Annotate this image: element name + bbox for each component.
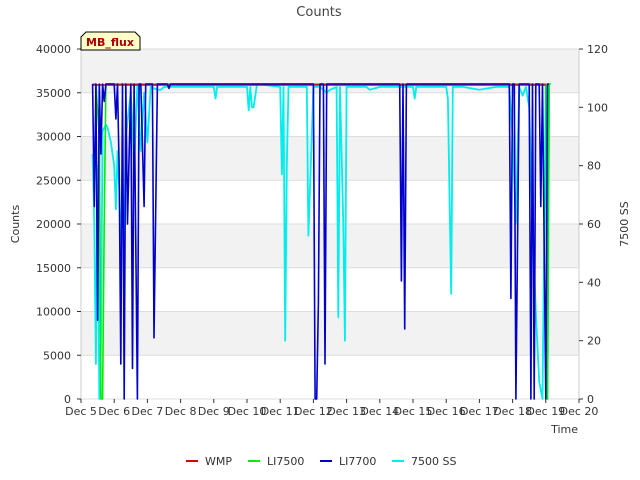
counts-chart: 0500010000150002000025000300003500040000… — [9, 5, 631, 468]
legend-label: LI7700 — [339, 455, 376, 468]
y-tick-label: 10000 — [36, 306, 71, 319]
left-y-axis: 0500010000150002000025000300003500040000 — [36, 43, 81, 406]
y-tick-label: 25000 — [36, 174, 71, 187]
plot-band — [81, 267, 579, 312]
x-tick-label: Dec 9 — [198, 405, 230, 418]
plot-band — [81, 355, 579, 399]
right-y-axis: 020406080100120 — [579, 43, 608, 406]
y-tick-label: 30000 — [36, 131, 71, 144]
y2-axis-label: 7500 SS — [618, 201, 631, 246]
y-tick-label: 5000 — [43, 349, 71, 362]
y2-tick-label: 20 — [587, 335, 601, 348]
y-tick-label: 15000 — [36, 262, 71, 275]
x-tick-label: Dec 5 — [65, 405, 97, 418]
legend-item: 7500 SS — [392, 455, 456, 468]
x-tick-label: Dec 8 — [165, 405, 197, 418]
x-tick-label: Dec 20 — [560, 405, 599, 418]
y2-tick-label: 120 — [587, 43, 608, 56]
y-tick-label: 35000 — [36, 87, 71, 100]
y2-tick-label: 80 — [587, 160, 601, 173]
site-label-box: MB_flux — [80, 31, 141, 51]
legend-item: WMP — [186, 455, 232, 468]
chart-title: Counts — [296, 5, 342, 20]
y2-tick-label: 40 — [587, 276, 601, 289]
legend-label: WMP — [205, 455, 232, 468]
y2-tick-label: 60 — [587, 218, 601, 231]
plot-band — [81, 311, 579, 356]
plot-band — [81, 92, 579, 137]
y-tick-label: 40000 — [36, 43, 71, 56]
legend: WMP LI7500 LI7700 7500 SS — [186, 455, 456, 468]
legend-item: LI7500 — [248, 455, 304, 468]
legend-label: LI7500 — [267, 455, 304, 468]
x-tick-label: Dec 6 — [98, 405, 130, 418]
y-axis-label: Counts — [9, 205, 22, 244]
y-tick-label: 20000 — [36, 218, 71, 231]
legend-label: 7500 SS — [411, 455, 456, 468]
legend-item: LI7700 — [320, 455, 376, 468]
y2-tick-label: 100 — [587, 101, 608, 114]
site-label-text: MB_flux — [86, 36, 134, 49]
x-axis-label: Time — [550, 423, 578, 436]
x-axis: Dec 5 Dec 6 Dec 7 Dec 8 Dec 9Dec 10Dec 11Dec… — [65, 399, 598, 418]
x-tick-label: Dec 7 — [132, 405, 164, 418]
